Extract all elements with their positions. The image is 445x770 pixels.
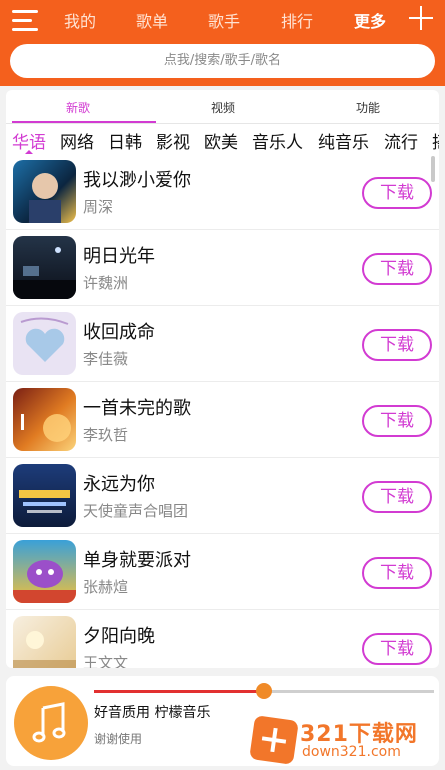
- party-art: [13, 560, 76, 603]
- song-title: 明日光年: [83, 246, 155, 267]
- song-artist: 天使童声合唱团: [83, 502, 189, 520]
- song-title: 单身就要派对: [83, 550, 191, 571]
- download-button[interactable]: 下载: [362, 329, 432, 361]
- download-button[interactable]: 下载: [362, 177, 432, 209]
- album-cover: [13, 236, 76, 299]
- song-title: 收回成命: [83, 322, 155, 343]
- song-title: 一首未完的歌: [83, 398, 191, 419]
- watermark-url: down321.com: [302, 744, 401, 760]
- nav-item-mine[interactable]: 我的: [64, 8, 96, 32]
- heart-art: [20, 317, 69, 362]
- category-item[interactable]: 欧美: [204, 128, 238, 153]
- list-item[interactable]: 我以渺小爱你 周深 下载: [6, 154, 439, 230]
- download-button[interactable]: 下载: [362, 481, 432, 513]
- content-panel: 新歌 视频 功能 华语 网络 日韩 影视 欧美 音乐人 纯音乐 流行 摇 我以渺…: [6, 90, 439, 668]
- category-item[interactable]: 摇: [432, 128, 439, 153]
- list-item[interactable]: 一首未完的歌 李玖哲 下载: [6, 382, 439, 458]
- now-playing-disc[interactable]: [14, 686, 88, 760]
- album-cover: [13, 160, 76, 223]
- progress-bar[interactable]: [94, 683, 434, 699]
- list-scrollbar[interactable]: [431, 156, 435, 182]
- list-item[interactable]: 永远为你 天使童声合唱团 下载: [6, 458, 439, 534]
- portrait-art: [29, 173, 61, 223]
- song-artist: 张赫煊: [83, 578, 129, 596]
- song-artist: 李玖哲: [83, 426, 129, 444]
- album-cover: [13, 312, 76, 375]
- category-bar: 华语 网络 日韩 影视 欧美 音乐人 纯音乐 流行 摇: [6, 124, 439, 154]
- tab-functions[interactable]: 功能: [356, 99, 380, 116]
- song-title: 我以渺小爱你: [83, 170, 191, 191]
- category-item[interactable]: 纯音乐: [318, 128, 369, 153]
- download-button[interactable]: 下载: [362, 405, 432, 437]
- category-item[interactable]: 音乐人: [252, 128, 303, 153]
- plus-icon[interactable]: [409, 6, 433, 30]
- nav-item-more[interactable]: 更多: [354, 8, 386, 32]
- song-title: 永远为你: [83, 474, 155, 495]
- category-item[interactable]: 影视: [156, 128, 190, 153]
- nav-item-singers[interactable]: 歌手: [208, 8, 240, 32]
- search-input[interactable]: 点我/搜索/歌手/歌名: [10, 44, 435, 78]
- tab-videos[interactable]: 视频: [211, 99, 235, 116]
- album-cover: [13, 616, 76, 668]
- top-nav: 我的 歌单 歌手 排行 更多: [0, 0, 445, 40]
- tab-active-indicator: [12, 121, 156, 123]
- list-item[interactable]: 夕阳向晚 王文文 下载: [6, 610, 439, 668]
- night-scene-art: [13, 247, 76, 299]
- top-bar: 我的 歌单 歌手 排行 更多 点我/搜索/歌手/歌名: [0, 0, 445, 86]
- download-button[interactable]: 下载: [362, 253, 432, 285]
- category-item[interactable]: 日韩: [108, 128, 142, 153]
- tab-bar: 新歌 视频 功能: [6, 90, 439, 124]
- site-watermark: 321下载网 down321.com: [249, 714, 442, 766]
- list-item[interactable]: 单身就要派对 张赫煊 下载: [6, 534, 439, 610]
- player-title: 好音质用 柠檬音乐: [94, 705, 211, 721]
- category-item[interactable]: 网络: [60, 128, 94, 153]
- song-title: 夕阳向晚: [83, 626, 155, 647]
- hamburger-menu-icon[interactable]: [12, 10, 38, 32]
- album-cover: [13, 540, 76, 603]
- song-artist: 许魏洲: [83, 274, 129, 292]
- list-item[interactable]: 收回成命 李佳薇 下载: [6, 306, 439, 382]
- progress-knob[interactable]: [256, 683, 272, 699]
- dusk-art: [13, 631, 76, 668]
- album-art-blue: [19, 490, 70, 513]
- list-item[interactable]: 明日光年 许魏洲 下载: [6, 230, 439, 306]
- music-note-icon: [32, 702, 66, 743]
- nav-item-charts[interactable]: 排行: [281, 8, 313, 32]
- download-button[interactable]: 下载: [362, 557, 432, 589]
- album-cover: [13, 388, 76, 451]
- player-subtitle: 谢谢使用: [94, 732, 143, 746]
- download-button[interactable]: 下载: [362, 633, 432, 665]
- song-artist: 李佳薇: [83, 350, 129, 368]
- song-list: 我以渺小爱你 周深 下载 明日光年 许魏洲 下载 收回成命 李佳薇 下载 一首未…: [6, 154, 439, 668]
- tab-new-songs[interactable]: 新歌: [66, 99, 90, 116]
- sunset-art: [21, 414, 71, 442]
- category-item[interactable]: 流行: [384, 128, 418, 153]
- progress-fill: [94, 690, 264, 693]
- song-artist: 王文文: [83, 654, 129, 668]
- nav-item-playlists[interactable]: 歌单: [136, 8, 168, 32]
- song-artist: 周深: [83, 198, 114, 216]
- watermark-logo-icon: [249, 715, 299, 765]
- album-cover: [13, 464, 76, 527]
